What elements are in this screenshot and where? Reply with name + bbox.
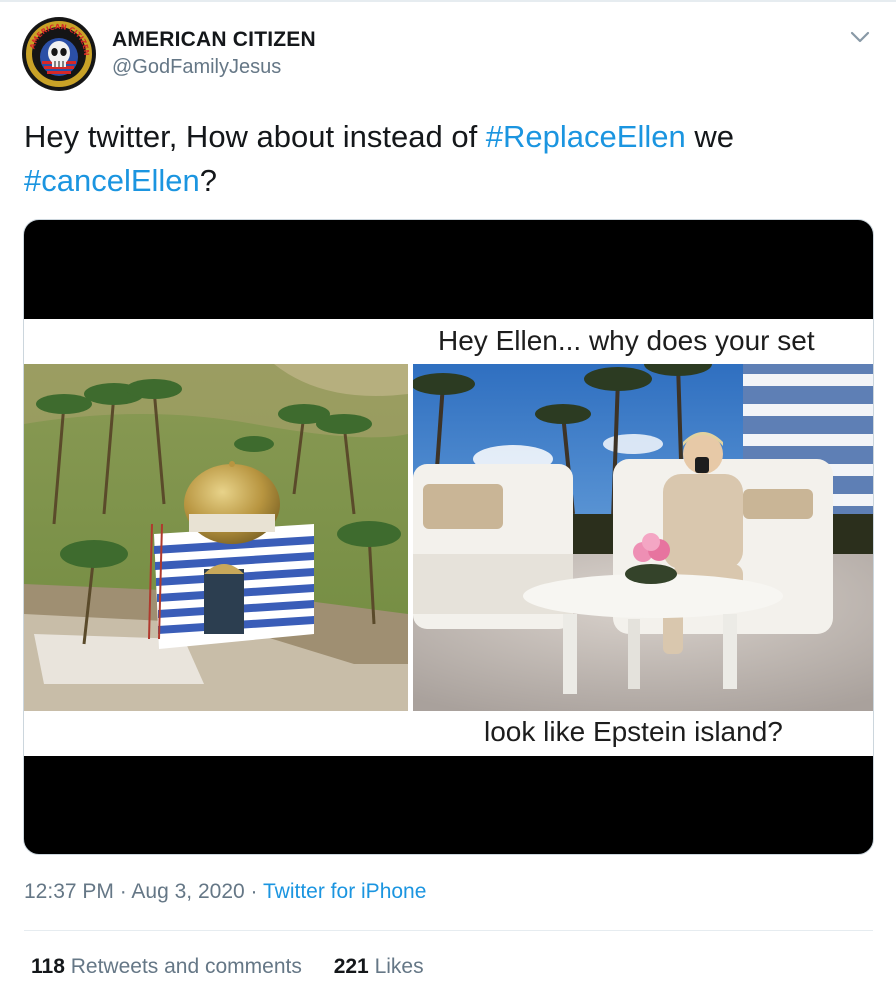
top-border xyxy=(0,0,896,2)
meme-caption-top: Hey Ellen... why does your set xyxy=(438,325,815,356)
tweet-text-part: ? xyxy=(199,163,218,198)
chevron-down-icon[interactable] xyxy=(848,27,872,47)
retweets-label: Retweets and comments xyxy=(70,955,302,978)
likes-stat[interactable]: 221 Likes xyxy=(334,955,424,978)
tweet-stats: 118 Retweets and comments 221 Likes xyxy=(31,955,450,979)
tweet-time[interactable]: 12:37 PM xyxy=(24,880,114,903)
punisher-skull-icon: AMERICAN CITIZEN xyxy=(23,18,95,90)
author-name[interactable]: AMERICAN CITIZEN xyxy=(112,28,316,52)
author-avatar[interactable]: AMERICAN CITIZEN xyxy=(22,17,96,91)
tweet-text-part: Hey twitter, How about instead of xyxy=(24,119,486,154)
meta-separator: · xyxy=(250,880,258,903)
meta-separator: · xyxy=(119,880,127,903)
island-photo xyxy=(24,364,408,711)
tweet-source-link[interactable]: Twitter for iPhone xyxy=(263,880,426,903)
likes-label: Likes xyxy=(374,955,424,978)
retweets-count: 118 xyxy=(31,955,65,978)
tweet-date[interactable]: Aug 3, 2020 xyxy=(131,880,244,903)
tweet-media[interactable]: Hey Ellen... why does your set look like… xyxy=(23,219,874,855)
hashtag-replaceellen[interactable]: #ReplaceEllen xyxy=(486,119,686,154)
tweet-text-part: we xyxy=(685,119,734,154)
tweet-meta: 12:37 PM · Aug 3, 2020 · Twitter for iPh… xyxy=(24,880,426,904)
divider xyxy=(24,930,873,931)
meme-image: Hey Ellen... why does your set look like… xyxy=(24,319,873,756)
author-handle[interactable]: @GodFamilyJesus xyxy=(112,56,281,79)
meme-caption-bottom: look like Epstein island? xyxy=(484,716,783,747)
retweets-stat[interactable]: 118 Retweets and comments xyxy=(31,955,302,978)
hashtag-cancelellen[interactable]: #cancelEllen xyxy=(24,163,200,198)
tweet-text: Hey twitter, How about instead of #Repla… xyxy=(24,115,864,203)
talk-show-set-photo xyxy=(411,352,873,711)
likes-count: 221 xyxy=(333,955,369,978)
